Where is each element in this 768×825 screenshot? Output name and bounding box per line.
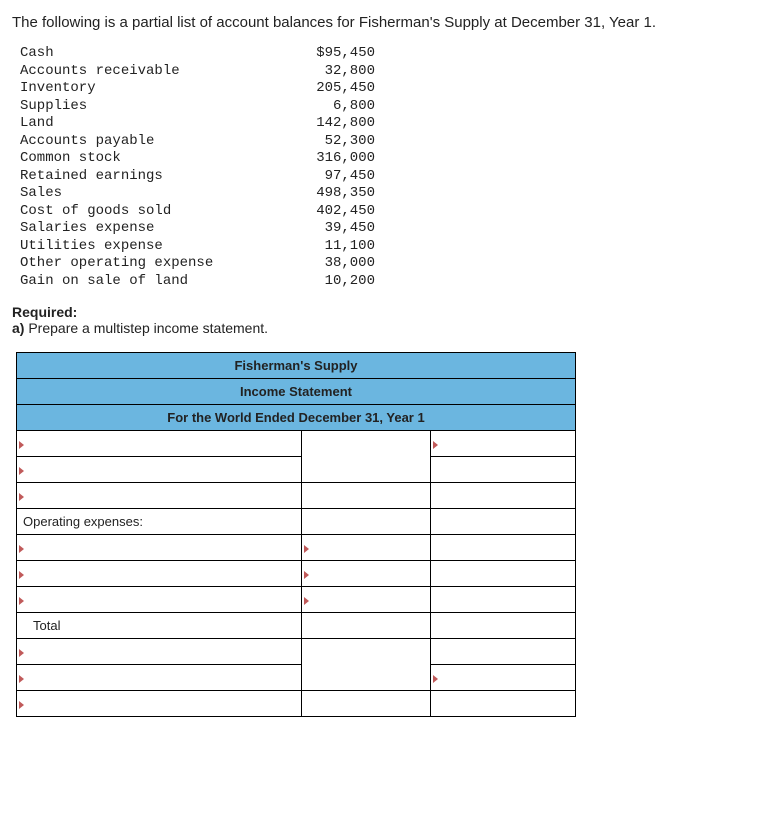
balance-label: Cost of goods sold (20, 203, 275, 221)
balance-amount: 11,100 (275, 238, 375, 256)
balance-amount: $95,450 (275, 45, 375, 63)
stmt-line-select[interactable] (17, 587, 302, 613)
balance-label: Sales (20, 185, 275, 203)
balance-amount: 498,350 (275, 185, 375, 203)
stmt-amount-cell[interactable] (431, 509, 576, 535)
stmt-header-period: For the World Ended December 31, Year 1 (17, 405, 576, 431)
stmt-line-select[interactable] (17, 457, 302, 483)
balance-label: Land (20, 115, 275, 133)
balance-label: Inventory (20, 80, 275, 98)
balance-amount: 97,450 (275, 168, 375, 186)
balance-amount: 38,000 (275, 255, 375, 273)
stmt-amount-select[interactable] (301, 561, 431, 587)
stmt-amount-cell[interactable] (431, 613, 576, 639)
required-item-a: a) a) Prepare a multistep income stateme… (12, 320, 268, 336)
balance-label: Retained earnings (20, 168, 275, 186)
balance-label: Salaries expense (20, 220, 275, 238)
total-label: Total (17, 613, 302, 639)
stmt-line-select[interactable] (17, 483, 302, 509)
balance-amount: 316,000 (275, 150, 375, 168)
stmt-amount-cell[interactable] (301, 613, 431, 639)
balance-amount: 402,450 (275, 203, 375, 221)
stmt-line-select[interactable] (17, 639, 302, 665)
stmt-amount-cell[interactable] (431, 587, 576, 613)
stmt-amount-cell[interactable] (301, 431, 431, 483)
balance-label: Common stock (20, 150, 275, 168)
balance-label: Accounts payable (20, 133, 275, 151)
stmt-line-select[interactable] (17, 691, 302, 717)
balance-label: Other operating expense (20, 255, 275, 273)
account-balances-list: Cash$95,450 Accounts receivable32,800 In… (20, 45, 440, 290)
stmt-amount-select[interactable] (431, 431, 576, 457)
stmt-amount-cell[interactable] (301, 509, 431, 535)
operating-expenses-label: Operating expenses: (17, 509, 302, 535)
balance-amount: 32,800 (275, 63, 375, 81)
balance-amount: 39,450 (275, 220, 375, 238)
stmt-amount-cell[interactable] (301, 483, 431, 509)
stmt-line-select[interactable] (17, 561, 302, 587)
stmt-amount-select[interactable] (431, 665, 576, 691)
balance-amount: 142,800 (275, 115, 375, 133)
stmt-header-title: Income Statement (17, 379, 576, 405)
stmt-header-company: Fisherman's Supply (17, 353, 576, 379)
balance-label: Utilities expense (20, 238, 275, 256)
stmt-amount-select[interactable] (301, 587, 431, 613)
stmt-amount-cell[interactable] (431, 691, 576, 717)
stmt-line-select[interactable] (17, 431, 302, 457)
stmt-amount-cell[interactable] (431, 457, 576, 483)
stmt-amount-cell[interactable] (431, 483, 576, 509)
stmt-amount-cell[interactable] (301, 639, 431, 691)
stmt-amount-cell[interactable] (301, 691, 431, 717)
stmt-amount-cell[interactable] (431, 639, 576, 665)
stmt-amount-cell[interactable] (431, 561, 576, 587)
income-statement-table: Fisherman's Supply Income Statement For … (16, 352, 576, 717)
balance-amount: 10,200 (275, 273, 375, 291)
balance-label: Supplies (20, 98, 275, 116)
balance-label: Gain on sale of land (20, 273, 275, 291)
stmt-line-select[interactable] (17, 535, 302, 561)
stmt-amount-select[interactable] (301, 535, 431, 561)
intro-text: The following is a partial list of accou… (12, 14, 756, 31)
balance-label: Cash (20, 45, 275, 63)
required-heading: Required: (12, 304, 77, 320)
balance-amount: 205,450 (275, 80, 375, 98)
balance-label: Accounts receivable (20, 63, 275, 81)
balance-amount: 6,800 (275, 98, 375, 116)
balance-amount: 52,300 (275, 133, 375, 151)
stmt-amount-cell[interactable] (431, 535, 576, 561)
stmt-line-select[interactable] (17, 665, 302, 691)
